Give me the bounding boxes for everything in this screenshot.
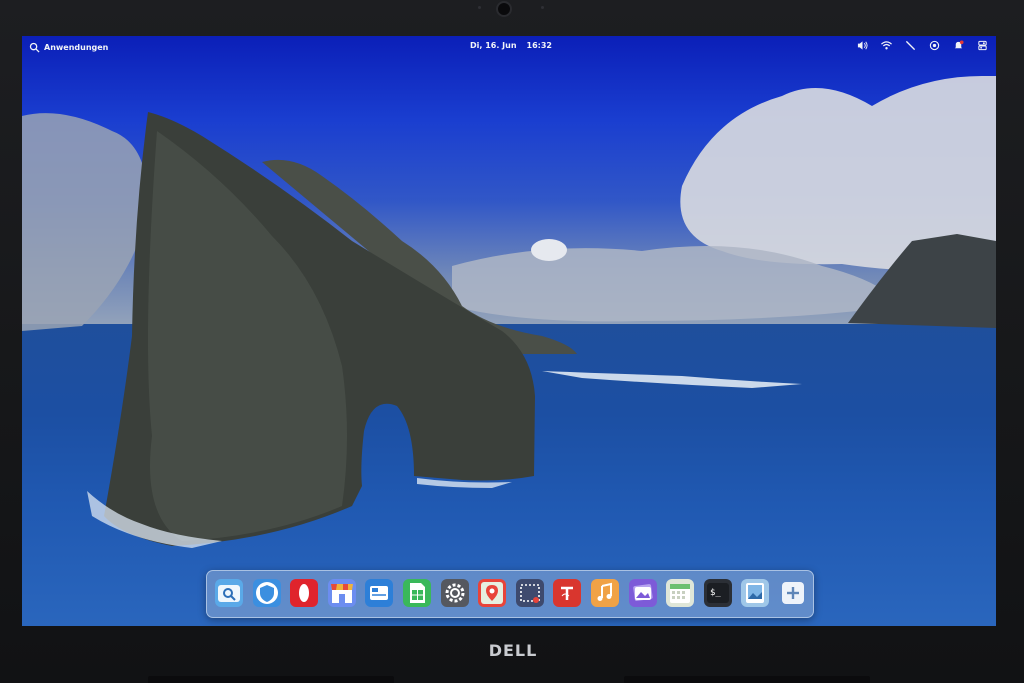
wifi-icon[interactable] xyxy=(881,40,892,51)
dock-item-spreadsheet[interactable] xyxy=(403,579,431,607)
hinge-left xyxy=(148,676,394,683)
power-icon[interactable] xyxy=(977,40,988,51)
dock-item-mail[interactable] xyxy=(365,579,394,607)
search-folder-icon xyxy=(218,585,240,602)
screenshot-icon xyxy=(519,584,540,603)
dock-item-music[interactable] xyxy=(591,579,619,607)
clock[interactable]: Di, 16. Jun 16:32 xyxy=(470,41,552,50)
activities-button[interactable]: Anwendungen xyxy=(29,42,108,53)
dock-item-image-viewer[interactable] xyxy=(741,579,770,607)
music-note-icon xyxy=(597,582,612,601)
dock-item-screenshot[interactable] xyxy=(515,579,544,607)
dock-item-opera[interactable] xyxy=(290,579,319,607)
dock-item-maps[interactable] xyxy=(478,579,507,607)
hinge-right xyxy=(624,676,870,683)
terminal-icon: $_ xyxy=(706,583,729,603)
plus-icon xyxy=(782,582,804,604)
clock-time: 16:32 xyxy=(526,41,552,50)
text-editor-icon xyxy=(555,581,580,605)
dock-item-terminal[interactable]: $_ xyxy=(703,579,732,607)
camera-led xyxy=(478,6,481,9)
dock-item-finder[interactable] xyxy=(215,579,243,607)
clock-date: Di, 16. Jun xyxy=(470,41,517,50)
dock-item-text-editor[interactable] xyxy=(553,579,582,607)
dock-item-browser[interactable] xyxy=(252,579,281,607)
notification-icon[interactable] xyxy=(953,40,964,51)
dock: $_ xyxy=(206,570,814,618)
network-icon[interactable] xyxy=(905,40,916,51)
dock-item-calendar[interactable] xyxy=(666,579,695,607)
photos-icon xyxy=(632,584,653,601)
dell-logo: DELL xyxy=(488,641,538,660)
dock-item-photos[interactable] xyxy=(628,579,657,607)
gear-icon xyxy=(445,583,465,603)
spreadsheet-icon xyxy=(410,583,425,603)
store-icon xyxy=(330,584,353,603)
desktop-screen: Anwendungen Di, 16. Jun 16:32 $_ xyxy=(22,36,996,626)
system-status-area[interactable] xyxy=(857,40,988,51)
mail-icon xyxy=(370,586,389,600)
shield-browser-icon xyxy=(255,582,278,604)
svg-text:$_: $_ xyxy=(710,588,721,598)
wallpaper-scenery xyxy=(22,76,996,548)
image-icon xyxy=(746,583,765,603)
search-icon xyxy=(29,42,40,53)
privacy-icon[interactable] xyxy=(929,40,940,51)
activities-label: Anwendungen xyxy=(44,43,109,52)
calendar-icon xyxy=(670,584,691,603)
dock-item-add[interactable] xyxy=(779,579,807,607)
top-bar: Anwendungen Di, 16. Jun 16:32 xyxy=(22,36,996,62)
volume-icon[interactable] xyxy=(857,40,868,51)
dock-item-app-store[interactable] xyxy=(327,579,356,607)
map-pin-icon xyxy=(481,582,504,604)
dock-item-settings[interactable] xyxy=(440,579,469,607)
opera-icon xyxy=(293,581,316,605)
camera-mic xyxy=(541,6,544,9)
webcam xyxy=(496,1,512,17)
